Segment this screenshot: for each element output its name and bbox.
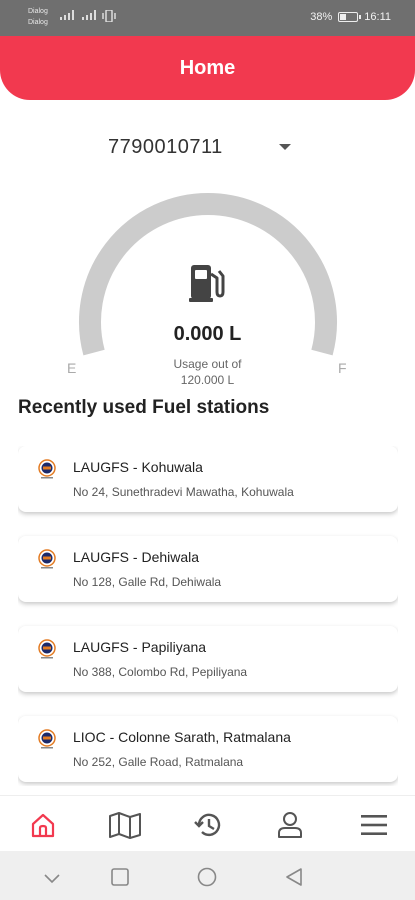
usage-label-line1: Usage out of [173, 357, 242, 371]
fuel-brand-logo-icon [36, 458, 58, 480]
station-list: LAUGFS - Kohuwala No 24, Sunethradevi Ma… [18, 446, 398, 786]
fuel-brand-logo-icon [36, 638, 58, 660]
usage-value: 0.000 L [173, 323, 242, 345]
fuel-brand-logo-icon [36, 728, 58, 750]
recents-icon[interactable] [111, 868, 129, 891]
usage-label-line2: 120.000 L [180, 373, 235, 387]
home-icon[interactable] [26, 810, 60, 840]
fuel-brand-logo-icon [36, 548, 58, 570]
history-icon[interactable] [191, 810, 225, 840]
back-icon[interactable] [285, 868, 303, 891]
station-address: No 128, Galle Rd, Dehiwala [73, 575, 222, 589]
chevron-down-icon[interactable] [44, 871, 60, 889]
home-circle-icon[interactable] [197, 867, 217, 892]
map-icon[interactable] [108, 810, 142, 840]
fuel-usage-gauge: 0.000 L Usage out of 120.000 L E F [0, 0, 415, 400]
profile-icon[interactable] [273, 810, 307, 840]
station-name: LIOC - Colonne Sarath, Ratmalana [73, 729, 291, 745]
station-name: LAUGFS - Papiliyana [73, 639, 207, 655]
station-card[interactable]: LIOC - Colonne Sarath, Ratmalana No 252,… [18, 716, 398, 782]
usage-label: Usage out of 120.000 L [0, 356, 415, 388]
station-address: No 388, Colombo Rd, Pepiliyana [73, 665, 248, 679]
bottom-nav [0, 795, 415, 851]
menu-icon[interactable] [357, 810, 391, 840]
system-nav-bar [0, 851, 415, 900]
section-title: Recently used Fuel stations [18, 397, 270, 418]
station-name: LAUGFS - Kohuwala [73, 459, 203, 475]
station-name: LAUGFS - Dehiwala [73, 549, 200, 565]
gauge-empty-label: E [67, 360, 77, 376]
gauge-full-label: F [338, 360, 347, 376]
station-card[interactable]: LAUGFS - Kohuwala No 24, Sunethradevi Ma… [18, 446, 398, 512]
station-address: No 24, Sunethradevi Mawatha, Kohuwala [73, 485, 294, 499]
station-card[interactable]: LAUGFS - Dehiwala No 128, Galle Rd, Dehi… [18, 536, 398, 602]
station-address: No 252, Galle Road, Ratmalana [73, 755, 244, 769]
station-card[interactable]: LAUGFS - Papiliyana No 388, Colombo Rd, … [18, 626, 398, 692]
